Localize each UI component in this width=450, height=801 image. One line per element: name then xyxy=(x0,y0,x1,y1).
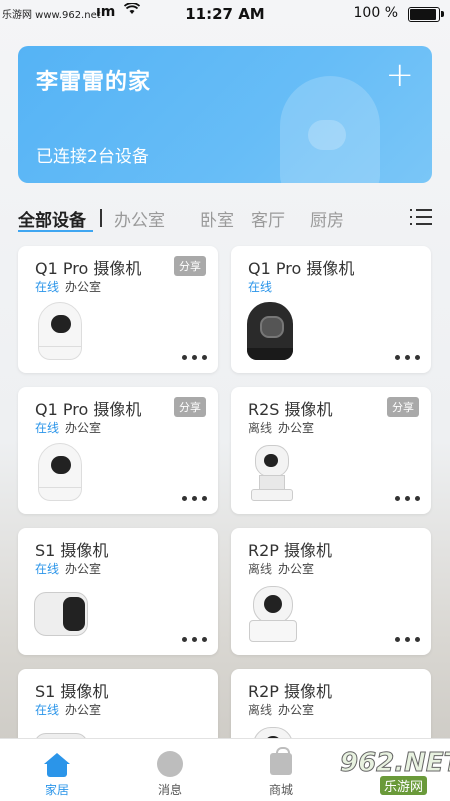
tabbar-label: 消息 xyxy=(157,783,182,797)
device-name: S1 摄像机 xyxy=(35,541,109,560)
camera-image xyxy=(245,582,301,646)
watermark-number: 962.NET xyxy=(339,748,450,779)
device-card[interactable]: Q1 Pro 摄像机在线 xyxy=(231,246,431,373)
watermark-site-name: 乐游网 xyxy=(380,776,428,795)
device-status-line: 离线 办公室 xyxy=(248,560,314,577)
tab-living-room[interactable]: 客厅 xyxy=(251,206,285,231)
camera-image xyxy=(245,300,301,364)
device-card[interactable]: R2S 摄像机 离线 办公室 分享 xyxy=(231,387,431,514)
device-room: 办公室 xyxy=(278,562,315,576)
device-status-line: 离线 办公室 xyxy=(248,419,314,436)
device-card[interactable]: Q1 Pro 摄像机 在线 办公室 分享 xyxy=(18,246,218,373)
device-name: R2P 摄像机 xyxy=(248,682,333,701)
tab-all-devices[interactable]: 全部设备 xyxy=(18,206,86,231)
tabbar-shop[interactable]: 商城 xyxy=(236,739,326,801)
shop-bag-icon xyxy=(270,747,292,775)
tab-separator xyxy=(100,209,102,227)
device-state: 离线 xyxy=(248,562,273,576)
device-room: 办公室 xyxy=(65,562,102,576)
tab-kitchen[interactable]: 厨房 xyxy=(310,206,344,231)
device-name: R2P 摄像机 xyxy=(248,541,333,560)
tabbar-home[interactable]: 家居 xyxy=(12,739,102,801)
tabbar-label: 商城 xyxy=(268,783,293,797)
tabbar-messages[interactable]: 消息 xyxy=(125,739,215,801)
device-room: 办公室 xyxy=(65,703,102,717)
tab-office[interactable]: 办公室 xyxy=(114,206,165,231)
camera-image xyxy=(32,441,88,505)
device-status-line: 在线 办公室 xyxy=(35,701,101,718)
more-options-icon[interactable] xyxy=(395,496,421,502)
device-card[interactable]: S1 摄像机 在线 办公室 xyxy=(18,528,218,655)
home-icon xyxy=(44,753,70,777)
active-tab-indicator xyxy=(18,230,93,232)
room-tabs: 全部设备 办公室 卧室 客厅 厨房 xyxy=(18,204,432,234)
device-room: 办公室 xyxy=(65,421,102,435)
device-room: 办公室 xyxy=(65,280,102,294)
device-state: 离线 xyxy=(248,703,273,717)
more-options-icon[interactable] xyxy=(395,355,421,361)
share-badge: 分享 xyxy=(174,256,206,276)
list-menu-icon[interactable] xyxy=(410,208,432,226)
device-room: 办公室 xyxy=(278,703,315,717)
camera-image xyxy=(245,441,301,505)
device-status-line: 离线 办公室 xyxy=(248,701,314,718)
tabbar-label: 家居 xyxy=(44,783,69,797)
more-options-icon[interactable] xyxy=(395,637,421,643)
device-state: 在线 xyxy=(35,703,60,717)
device-name: Q1 Pro 摄像机 xyxy=(35,400,142,419)
device-status-line: 在线 xyxy=(248,278,278,295)
plus-icon[interactable]: + xyxy=(386,58,415,92)
home-title: 李雷雷的家 xyxy=(36,70,152,95)
device-status-line: 在线 办公室 xyxy=(35,278,101,295)
device-name: Q1 Pro 摄像机 xyxy=(35,259,142,278)
share-badge: 分享 xyxy=(387,397,419,417)
share-badge: 分享 xyxy=(174,397,206,417)
tab-bedroom[interactable]: 卧室 xyxy=(200,206,234,231)
camera-illustration xyxy=(280,76,380,183)
home-banner[interactable]: 李雷雷的家 + 已连接2台设备 xyxy=(18,46,432,183)
device-state: 在线 xyxy=(35,562,60,576)
camera-image xyxy=(32,300,88,364)
device-state: 在线 xyxy=(248,280,273,294)
message-icon xyxy=(157,751,183,777)
device-card[interactable]: R2P 摄像机 离线 办公室 xyxy=(231,528,431,655)
camera-image xyxy=(32,582,88,646)
connected-devices-text: 已连接2台设备 xyxy=(36,147,149,167)
watermark-logo: 962.NET 乐游网 xyxy=(339,748,450,795)
device-state: 在线 xyxy=(35,280,60,294)
device-name: S1 摄像机 xyxy=(35,682,109,701)
device-room: 办公室 xyxy=(278,421,315,435)
more-options-icon[interactable] xyxy=(182,355,208,361)
battery-percent: 100 % xyxy=(353,5,398,21)
device-state: 在线 xyxy=(35,421,60,435)
device-status-line: 在线 办公室 xyxy=(35,560,101,577)
status-bar: 乐游网 www.962.net ım 11:27 AM 100 % xyxy=(0,0,450,28)
device-card[interactable]: Q1 Pro 摄像机 在线 办公室 分享 xyxy=(18,387,218,514)
device-state: 离线 xyxy=(248,421,273,435)
more-options-icon[interactable] xyxy=(182,637,208,643)
battery-icon xyxy=(408,7,444,22)
device-status-line: 在线 办公室 xyxy=(35,419,101,436)
more-options-icon[interactable] xyxy=(182,496,208,502)
device-name: R2S 摄像机 xyxy=(248,400,333,419)
device-name: Q1 Pro 摄像机 xyxy=(248,259,355,278)
